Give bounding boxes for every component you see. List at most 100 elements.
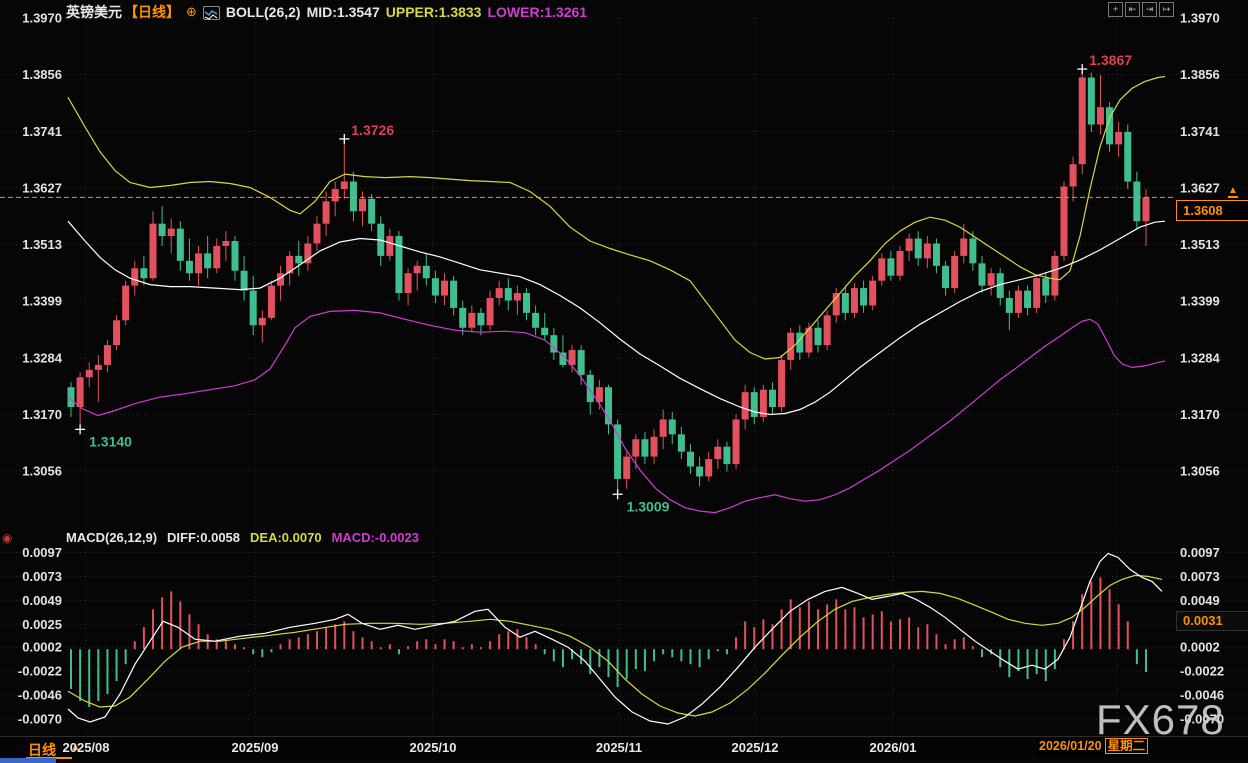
candle-body xyxy=(1042,278,1049,295)
macd-label: MACD(26,12,9) xyxy=(66,530,157,545)
macd-hist-bar xyxy=(270,649,272,652)
candle-body xyxy=(614,424,621,479)
macd-hist-bar xyxy=(1136,649,1138,664)
macd-hist-bar xyxy=(680,649,682,661)
time-axis[interactable]: 日线 ▲ 2025/082025/092025/102025/112025/12… xyxy=(0,736,1248,759)
macd-chart[interactable]: 0.00970.00970.00730.00730.00490.00490.00… xyxy=(0,530,1248,736)
candle-body xyxy=(241,271,248,291)
candle-body xyxy=(1051,256,1058,296)
candle-body xyxy=(723,447,730,464)
date-axis-label: 2025/09 xyxy=(232,740,279,755)
macd-hist-bar xyxy=(899,619,901,649)
candle-body xyxy=(1088,77,1095,124)
macd-hist-bar xyxy=(307,634,309,649)
date-axis-label: 2025/10 xyxy=(410,740,457,755)
candle-body xyxy=(405,273,412,293)
macd-axis-label-left: -0.0046 xyxy=(18,688,62,703)
candle-body xyxy=(969,239,976,264)
macd-hist-bar xyxy=(526,637,528,649)
candle-body xyxy=(842,293,849,313)
chart-header: 英镑美元 【日线】 ⊕ BOLL(26,2) MID:1.3547 UPPER:… xyxy=(66,2,587,22)
pan-icon[interactable]: + xyxy=(1108,2,1123,17)
candle-body xyxy=(678,434,685,451)
macd-hist-bar xyxy=(853,607,855,649)
macd-hist-bar xyxy=(908,617,910,649)
chart-app: 1.38671.37261.31401.30091.39701.39701.38… xyxy=(0,0,1248,763)
candle-body xyxy=(933,243,940,265)
macd-hist-bar xyxy=(954,639,956,649)
candle-body xyxy=(113,320,120,345)
indicator-marker-icon[interactable]: ◉ xyxy=(2,531,12,545)
candle-body xyxy=(332,189,339,201)
scale-right-icon[interactable]: ⇥ xyxy=(1142,2,1157,17)
macd-hist-bar xyxy=(872,614,874,649)
macd-hist-bar xyxy=(972,646,974,649)
macd-hist-bar xyxy=(726,649,728,654)
macd-header: MACD(26,12,9) DIFF:0.0058 DEA:0.0070 MAC… xyxy=(66,530,419,545)
macd-hist-bar xyxy=(116,649,118,681)
candle-body xyxy=(887,258,894,275)
date-axis-label: 2025/12 xyxy=(732,740,779,755)
macd-hist-bar xyxy=(662,649,664,654)
candle-body xyxy=(168,229,175,236)
candle-body xyxy=(897,251,904,276)
macd-axis-label-left: 0.0073 xyxy=(22,569,62,584)
macd-hist-bar xyxy=(589,649,591,674)
macd-hist-bar xyxy=(79,649,81,701)
candle-body xyxy=(660,419,667,436)
macd-hist-bar xyxy=(462,647,464,649)
candle-body xyxy=(514,293,521,300)
macd-hist-bar xyxy=(1054,649,1056,669)
price-axis-label-left: 1.3627 xyxy=(22,180,62,195)
candle-body xyxy=(833,293,840,315)
price-axis-label-right: 1.3627 xyxy=(1180,180,1220,195)
macd-hist-bar xyxy=(762,619,764,649)
macd-axis-label-right: 0.0073 xyxy=(1180,569,1220,584)
macd-hist-bar xyxy=(945,644,947,649)
scale-left-icon[interactable]: ⇤ xyxy=(1125,2,1140,17)
current-price-badge: 1.3608 xyxy=(1176,200,1248,221)
macd-hist-bar xyxy=(863,617,865,649)
price-axis-label-left: 1.3399 xyxy=(22,293,62,308)
candle-body xyxy=(778,360,785,407)
candle-body xyxy=(450,281,457,308)
candle-body xyxy=(441,281,448,296)
candle-body xyxy=(587,375,594,402)
candle-body xyxy=(988,273,995,285)
macd-hist-bar xyxy=(289,639,291,649)
macd-hist-bar xyxy=(507,631,509,649)
macd-hist-bar xyxy=(935,634,937,649)
price-axis-label-right: 1.3513 xyxy=(1180,237,1220,252)
macd-hist-bar xyxy=(106,649,108,694)
macd-hist-bar xyxy=(280,644,282,649)
macd-hist-bar xyxy=(480,647,482,649)
candle-body xyxy=(860,288,867,305)
candle-body xyxy=(231,241,238,271)
price-axis-label-right: 1.3284 xyxy=(1180,350,1221,365)
indicator-chart-icon[interactable] xyxy=(203,6,220,20)
price-axis-label-right: 1.3856 xyxy=(1180,67,1220,82)
macd-axis-label-left: -0.0070 xyxy=(18,711,62,726)
shift-right-icon[interactable]: ↦ xyxy=(1159,2,1174,17)
macd-hist-bar xyxy=(498,634,500,649)
price-axis-label-left: 1.3056 xyxy=(22,463,62,478)
candle-body xyxy=(878,258,885,280)
price-axis-label-left: 1.3284 xyxy=(22,350,63,365)
price-axis-label-right: 1.3170 xyxy=(1180,407,1220,422)
date-axis-label: 2025/11 xyxy=(596,740,642,755)
candle-body xyxy=(77,377,84,407)
candle-body xyxy=(477,313,484,325)
price-chart[interactable]: 1.38671.37261.31401.30091.39701.39701.38… xyxy=(0,0,1248,530)
add-indicator-icon[interactable]: ⊕ xyxy=(186,4,197,20)
macd-hist-bar xyxy=(826,604,828,649)
candle-body xyxy=(213,246,220,268)
macd-hist-bar xyxy=(735,637,737,649)
macd-axis-label-left: 0.0002 xyxy=(22,640,62,655)
candle-body xyxy=(350,182,357,212)
macd-hist-bar xyxy=(152,609,154,649)
candle-body xyxy=(505,288,512,300)
macd-hist-bar xyxy=(352,631,354,649)
candle-body xyxy=(951,256,958,288)
bottom-left-accent-bar xyxy=(0,758,56,763)
macd-hist-bar xyxy=(225,641,227,649)
